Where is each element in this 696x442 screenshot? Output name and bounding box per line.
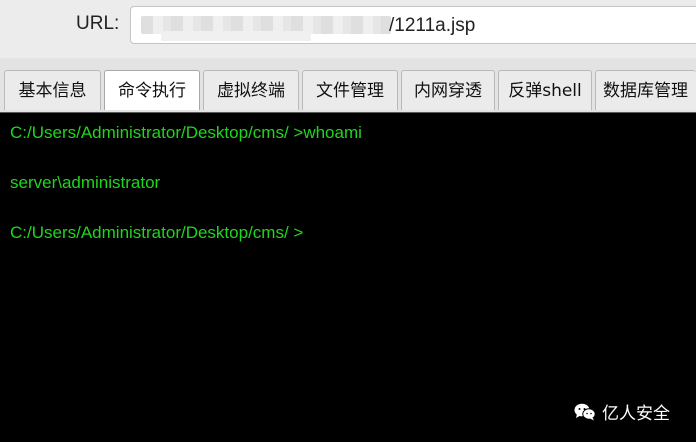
tab-database-manager[interactable]: 数据库管理 bbox=[595, 70, 696, 110]
tab-command-exec[interactable]: 命令执行 bbox=[104, 70, 200, 110]
terminal-line: C:/Users/Administrator/Desktop/cms/ >who… bbox=[10, 123, 362, 142]
url-bar: URL: /1211a.jsp bbox=[0, 0, 696, 58]
tab-bar: 基本信息 命令执行 虚拟终端 文件管理 内网穿透 反弹shell 数据库管理 bbox=[0, 58, 696, 113]
url-redacted-part bbox=[161, 31, 311, 41]
tab-intranet-tunnel[interactable]: 内网穿透 bbox=[401, 70, 495, 110]
tab-basic-info[interactable]: 基本信息 bbox=[4, 70, 101, 110]
terminal-output[interactable]: C:/Users/Administrator/Desktop/cms/ >who… bbox=[0, 112, 696, 442]
url-label: URL: bbox=[76, 13, 120, 34]
watermark: 亿人安全 bbox=[574, 399, 670, 424]
tab-virtual-terminal[interactable]: 虚拟终端 bbox=[203, 70, 299, 110]
watermark-text: 亿人安全 bbox=[602, 404, 670, 424]
terminal-line: C:/Users/Administrator/Desktop/cms/ > bbox=[10, 223, 304, 242]
app-window: URL: /1211a.jsp 基本信息 命令执行 虚拟终端 文件管理 内网穿透… bbox=[0, 0, 696, 442]
url-input[interactable]: /1211a.jsp bbox=[130, 6, 696, 44]
wechat-icon bbox=[574, 403, 596, 421]
terminal-line: server\administrator bbox=[10, 173, 161, 192]
url-value: /1211a.jsp bbox=[389, 15, 476, 36]
tab-file-manager[interactable]: 文件管理 bbox=[302, 70, 398, 110]
tab-reverse-shell[interactable]: 反弹shell bbox=[498, 70, 592, 110]
